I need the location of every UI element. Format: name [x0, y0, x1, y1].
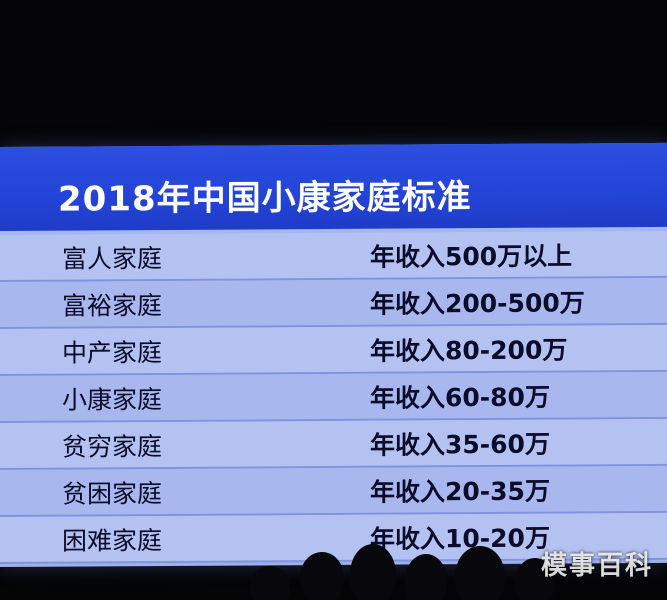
- income-range: 年收入60-80万: [370, 382, 550, 413]
- income-range: 年收入200-500万: [370, 287, 585, 319]
- income-range: 年收入20-35万: [370, 476, 550, 507]
- income-range: 年收入10-20万: [370, 523, 550, 554]
- income-range: 年收入35-60万: [370, 429, 550, 460]
- income-range: 年收入500万以上: [370, 241, 573, 272]
- household-type: 困难家庭: [62, 525, 163, 556]
- household-type: 中产家庭: [62, 337, 163, 368]
- page-title: 2018年中国小康家庭标准: [58, 176, 472, 220]
- table-row: 富人家庭 年收入500万以上: [0, 230, 667, 282]
- household-type: 贫穷家庭: [62, 431, 163, 462]
- table-row: 贫困家庭 年收入20-35万: [0, 465, 667, 517]
- household-type: 贫困家庭: [62, 478, 163, 509]
- table-row: 贫穷家庭 年收入35-60万: [0, 418, 667, 470]
- photo-scene: 2018年中国小康家庭标准 富人家庭 年收入500万以上 富裕家庭 年收入200…: [0, 0, 667, 600]
- title-bar: 2018年中国小康家庭标准: [0, 142, 667, 231]
- table-row: 小康家庭 年收入60-80万: [0, 371, 667, 423]
- audience-head: [250, 566, 290, 600]
- watermark-logo: 模事百科: [540, 551, 653, 581]
- household-type: 富裕家庭: [62, 290, 163, 321]
- table-row: 富裕家庭 年收入200-500万: [0, 277, 667, 329]
- income-table: 富人家庭 年收入500万以上 富裕家庭 年收入200-500万 中产家庭 年收入…: [0, 230, 667, 564]
- income-range: 年收入80-200万: [370, 335, 568, 366]
- projection-screen: 2018年中国小康家庭标准 富人家庭 年收入500万以上 富裕家庭 年收入200…: [0, 142, 667, 567]
- household-type: 富人家庭: [62, 243, 163, 274]
- household-type: 小康家庭: [62, 384, 163, 415]
- table-row: 中产家庭 年收入80-200万: [0, 324, 667, 376]
